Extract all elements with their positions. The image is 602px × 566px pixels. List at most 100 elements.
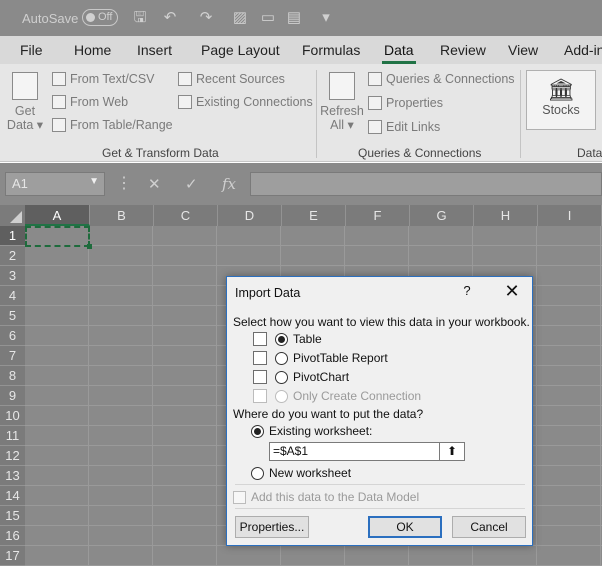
- divider: [235, 508, 525, 509]
- row-header[interactable]: 13: [0, 466, 25, 486]
- reference-input[interactable]: =$A$1: [269, 442, 465, 461]
- tab-formulas[interactable]: Formulas: [302, 42, 360, 58]
- column-header[interactable]: E: [282, 205, 346, 226]
- column-header[interactable]: F: [346, 205, 410, 226]
- tab-review[interactable]: Review: [440, 42, 486, 58]
- select-all-corner[interactable]: [0, 205, 25, 226]
- row-header[interactable]: 7: [0, 346, 25, 366]
- get-data-button[interactable]: Get Data ▾: [6, 72, 44, 132]
- tab-file[interactable]: File: [20, 42, 43, 58]
- stocks-button[interactable]: 🏛 Stocks: [526, 70, 596, 130]
- tab-data[interactable]: Data: [382, 42, 416, 64]
- dialog-title: Import Data: [235, 286, 301, 300]
- layout-icon[interactable]: ▤: [284, 8, 304, 28]
- save-icon[interactable]: 🖫: [130, 8, 150, 28]
- row-header[interactable]: 3: [0, 266, 25, 286]
- collapse-dialog-icon[interactable]: ⬆: [439, 442, 465, 461]
- file-icon[interactable]: ▭: [258, 8, 278, 28]
- row-header[interactable]: 12: [0, 446, 25, 466]
- new-worksheet-radio[interactable]: [251, 466, 264, 480]
- row-header[interactable]: 11: [0, 426, 25, 446]
- refresh-all-label-1: Refresh: [320, 104, 364, 118]
- option-existing-worksheet[interactable]: Existing worksheet:: [251, 424, 372, 438]
- option-pivotchart[interactable]: PivotChart: [275, 370, 349, 384]
- stocks-label: Stocks: [542, 103, 580, 117]
- row-header[interactable]: 9: [0, 386, 25, 406]
- tab-home[interactable]: Home: [74, 42, 111, 58]
- get-data-label-1: Get: [14, 104, 36, 118]
- recent-sources-button[interactable]: Recent Sources: [178, 72, 285, 86]
- edit-links-icon: [368, 120, 382, 134]
- chevron-down-icon[interactable]: ▼: [89, 176, 99, 187]
- row-header[interactable]: 5: [0, 306, 25, 326]
- pivotchart-radio[interactable]: [275, 370, 288, 384]
- tab-insert[interactable]: Insert: [137, 42, 172, 58]
- edit-links-button[interactable]: Edit Links: [368, 120, 440, 134]
- option-pivottable-label: PivotTable Report: [293, 351, 388, 365]
- enter-formula-icon[interactable]: ✓: [185, 175, 198, 193]
- more-icon[interactable]: ⋮: [116, 173, 132, 193]
- column-header[interactable]: H: [474, 205, 538, 226]
- formula-input[interactable]: [250, 172, 602, 196]
- cancel-formula-icon[interactable]: ✕: [148, 175, 161, 193]
- bank-icon: 🏛: [547, 77, 575, 102]
- row-header[interactable]: 1: [0, 226, 25, 246]
- ribbon: Get Data ▾ From Text/CSV From Web From T…: [0, 64, 602, 162]
- properties-icon: [368, 96, 382, 110]
- row-header[interactable]: 8: [0, 366, 25, 386]
- data-model-label: Add this data to the Data Model: [251, 490, 420, 504]
- help-icon[interactable]: ?: [459, 283, 475, 298]
- insert-function-icon[interactable]: fx: [222, 175, 236, 193]
- existing-connections-label: Existing Connections: [196, 95, 313, 109]
- existing-connections-button[interactable]: Existing Connections: [178, 95, 313, 109]
- autosave-state: Off: [98, 11, 113, 23]
- option-data-model: Add this data to the Data Model: [233, 490, 419, 504]
- pivottable-radio[interactable]: [275, 351, 288, 365]
- refresh-all-button[interactable]: Refresh All ▾: [320, 72, 364, 132]
- row-header[interactable]: 10: [0, 406, 25, 426]
- column-header[interactable]: C: [154, 205, 218, 226]
- redo-icon[interactable]: ↷: [196, 8, 216, 28]
- queries-connections-button[interactable]: Queries & Connections: [368, 72, 515, 86]
- from-table-range-button[interactable]: From Table/Range: [52, 118, 173, 132]
- column-header[interactable]: I: [538, 205, 602, 226]
- column-header[interactable]: G: [410, 205, 474, 226]
- from-text-csv-label: From Text/CSV: [70, 72, 155, 86]
- row-header[interactable]: 15: [0, 506, 25, 526]
- option-table[interactable]: Table: [275, 332, 322, 346]
- properties-ribbon-button[interactable]: Properties: [368, 96, 443, 110]
- row-header[interactable]: 2: [0, 246, 25, 266]
- tab-view[interactable]: View: [508, 42, 538, 58]
- cancel-button[interactable]: Cancel: [452, 516, 526, 538]
- from-web-button[interactable]: From Web: [52, 95, 128, 109]
- undo-icon[interactable]: ↶: [160, 8, 180, 28]
- row-header[interactable]: 16: [0, 526, 25, 546]
- column-header[interactable]: A: [25, 205, 90, 226]
- active-cell-a1[interactable]: [25, 226, 92, 249]
- close-icon[interactable]: ✕: [499, 279, 525, 305]
- row-header[interactable]: 6: [0, 326, 25, 346]
- ok-button[interactable]: OK: [368, 516, 442, 538]
- existing-worksheet-radio[interactable]: [251, 424, 264, 438]
- column-header[interactable]: D: [218, 205, 282, 226]
- row-header[interactable]: 4: [0, 286, 25, 306]
- tab-page-layout[interactable]: Page Layout: [201, 42, 280, 58]
- column-header[interactable]: B: [90, 205, 154, 226]
- web-icon: [52, 95, 66, 109]
- customize-toolbar-icon[interactable]: ▾: [316, 8, 336, 28]
- row-header[interactable]: 14: [0, 486, 25, 506]
- from-text-csv-button[interactable]: From Text/CSV: [52, 72, 155, 86]
- option-pivottable[interactable]: PivotTable Report: [275, 351, 388, 365]
- table-radio[interactable]: [275, 332, 288, 346]
- option-new-worksheet[interactable]: New worksheet: [251, 466, 351, 480]
- properties-button[interactable]: Properties...: [235, 516, 309, 538]
- group-separator: [520, 70, 521, 158]
- autosave-toggle[interactable]: Off: [82, 9, 118, 26]
- table-icon: [253, 332, 267, 346]
- tab-addins[interactable]: Add-in: [564, 42, 602, 58]
- row-header[interactable]: 17: [0, 546, 25, 566]
- picture-icon[interactable]: ▨: [230, 8, 250, 28]
- name-box[interactable]: A1 ▼: [5, 172, 105, 196]
- group-separator: [316, 70, 317, 158]
- toggle-knob: [86, 13, 95, 22]
